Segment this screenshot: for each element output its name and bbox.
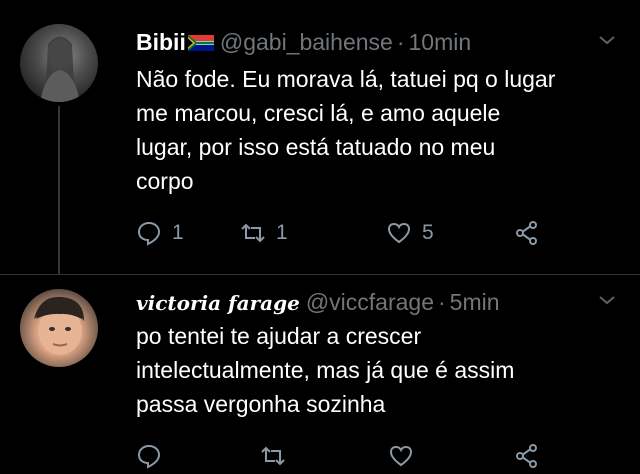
chevron-down-icon[interactable] [598, 294, 616, 306]
tweet-line: Não fode. Eu morava lá, tatuei pq o luga… [136, 66, 556, 92]
tweet-2[interactable]: victoria farage @viccfarage · 5min po tente… [0, 275, 640, 474]
display-name[interactable]: victoria farage [136, 291, 300, 315]
chevron-down-icon[interactable] [598, 34, 616, 46]
thread-line [58, 106, 60, 274]
like-count: 5 [422, 221, 434, 244]
action-bar [136, 441, 556, 471]
avatar-photo [34, 296, 84, 355]
share-button[interactable] [514, 441, 540, 471]
tweet-line: lugar, por isso está tatuado no meu [136, 134, 496, 160]
retweet-icon [261, 446, 285, 466]
separator-dot: · [396, 29, 405, 55]
user-handle[interactable]: @viccfarage [306, 289, 434, 315]
reply-icon [137, 221, 161, 246]
tweet-header: victoria farage @viccfarage · 5min [136, 288, 500, 317]
like-button[interactable]: 5 [386, 218, 434, 248]
reply-count: 1 [172, 221, 184, 244]
retweet-icon [241, 223, 265, 243]
tweet-line: corpo [136, 168, 194, 194]
timestamp[interactable]: 5min [450, 289, 500, 315]
reply-button[interactable] [136, 441, 172, 471]
avatar[interactable] [20, 289, 98, 367]
avatar-photo [40, 36, 80, 102]
timestamp[interactable]: 10min [409, 29, 472, 55]
tweet-1[interactable]: Bibii @gabi_baihense · 10min Não fode. Eu … [0, 0, 640, 274]
tweet-line: po tentei te ajudar a crescer [136, 323, 422, 349]
south-africa-flag-icon [187, 35, 214, 51]
retweet-count: 1 [276, 221, 288, 244]
action-bar: 1 1 5 [136, 218, 556, 248]
tweet-line: me marcou, cresci lá, e amo aquele [136, 100, 501, 126]
user-handle[interactable]: @gabi_baihense [220, 29, 393, 55]
tweet-header: Bibii @gabi_baihense · 10min [136, 28, 471, 56]
share-icon [516, 221, 537, 245]
tweet-line: intelectualmente, mas já que é assim [136, 357, 515, 383]
like-icon [389, 445, 413, 467]
retweet-button[interactable] [260, 441, 296, 471]
tweet-text: po tentei te ajudar a crescer intelectua… [136, 319, 606, 421]
share-icon [516, 444, 537, 468]
tweet-text: Não fode. Eu morava lá, tatuei pq o luga… [136, 62, 606, 198]
retweet-button[interactable]: 1 [240, 218, 288, 248]
reply-button[interactable]: 1 [136, 218, 184, 248]
reply-icon [137, 444, 161, 469]
like-button[interactable] [388, 441, 424, 471]
like-icon [387, 222, 411, 244]
avatar[interactable] [20, 24, 98, 102]
display-name[interactable]: Bibii [136, 29, 186, 55]
tweet-line: passa vergonha sozinha [136, 391, 386, 417]
share-button[interactable] [514, 218, 540, 248]
separator-dot: · [438, 289, 446, 315]
